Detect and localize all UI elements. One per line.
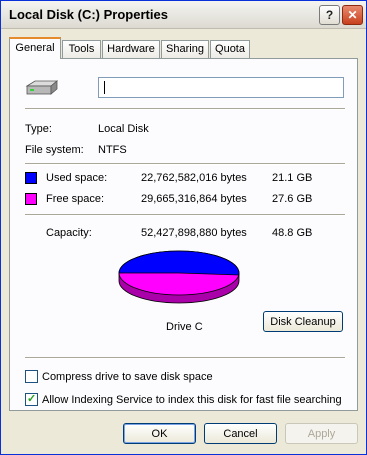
compress-label[interactable]: Compress drive to save disk space xyxy=(42,371,213,383)
tab-hardware[interactable]: Hardware xyxy=(102,40,160,58)
used-space-size: 21.1 GB xyxy=(272,172,313,184)
window-title: Local Disk (C:) Properties xyxy=(9,7,168,22)
tab-tools[interactable]: Tools xyxy=(62,40,101,58)
free-space-bytes: 29,665,316,864 bytes xyxy=(141,193,247,205)
free-space-label: Free space: xyxy=(46,193,105,205)
separator xyxy=(25,214,345,216)
checkmark-icon: ✓ xyxy=(27,393,37,405)
used-space-bytes: 22,762,582,016 bytes xyxy=(141,172,247,184)
close-button[interactable]: ✕ xyxy=(342,5,363,25)
used-space-label: Used space: xyxy=(46,172,108,184)
compress-checkbox[interactable] xyxy=(25,370,38,383)
pie-used-slice xyxy=(118,250,240,276)
file-system-value: NTFS xyxy=(98,144,127,156)
title-bar[interactable]: Local Disk (C:) Properties ? ✕ xyxy=(1,1,366,29)
separator xyxy=(25,108,345,110)
capacity-size: 48.8 GB xyxy=(272,227,313,239)
indexing-label[interactable]: Allow Indexing Service to index this dis… xyxy=(42,394,342,406)
tab-general[interactable]: General xyxy=(9,37,61,59)
drive-caption: Drive C xyxy=(166,321,203,333)
type-label: Type: xyxy=(25,123,52,135)
type-value: Local Disk xyxy=(98,123,149,135)
separator xyxy=(25,163,345,165)
tab-sharing[interactable]: Sharing xyxy=(161,40,209,58)
properties-window: Local Disk (C:) Properties ? ✕ General T… xyxy=(0,0,367,455)
capacity-label: Capacity: xyxy=(46,227,92,239)
indexing-checkbox[interactable]: ✓ xyxy=(25,393,38,406)
apply-button[interactable]: Apply xyxy=(285,423,358,444)
disk-usage-pie-chart xyxy=(118,250,240,304)
volume-label-input[interactable] xyxy=(98,77,344,98)
ok-button[interactable]: OK xyxy=(123,423,196,444)
hard-drive-icon xyxy=(25,80,59,95)
free-space-size: 27.6 GB xyxy=(272,193,313,205)
disk-cleanup-button[interactable]: Disk Cleanup xyxy=(263,311,343,332)
cancel-button[interactable]: Cancel xyxy=(204,423,277,444)
file-system-label: File system: xyxy=(25,144,84,156)
text-caret xyxy=(104,81,105,94)
general-tab-panel: Type: Local Disk File system: NTFS Used … xyxy=(9,58,358,411)
free-space-swatch xyxy=(25,193,37,205)
used-space-swatch xyxy=(25,172,37,184)
tab-quota[interactable]: Quota xyxy=(210,40,250,58)
separator xyxy=(25,357,345,359)
capacity-bytes: 52,427,898,880 bytes xyxy=(141,227,247,239)
help-button[interactable]: ? xyxy=(319,5,340,25)
